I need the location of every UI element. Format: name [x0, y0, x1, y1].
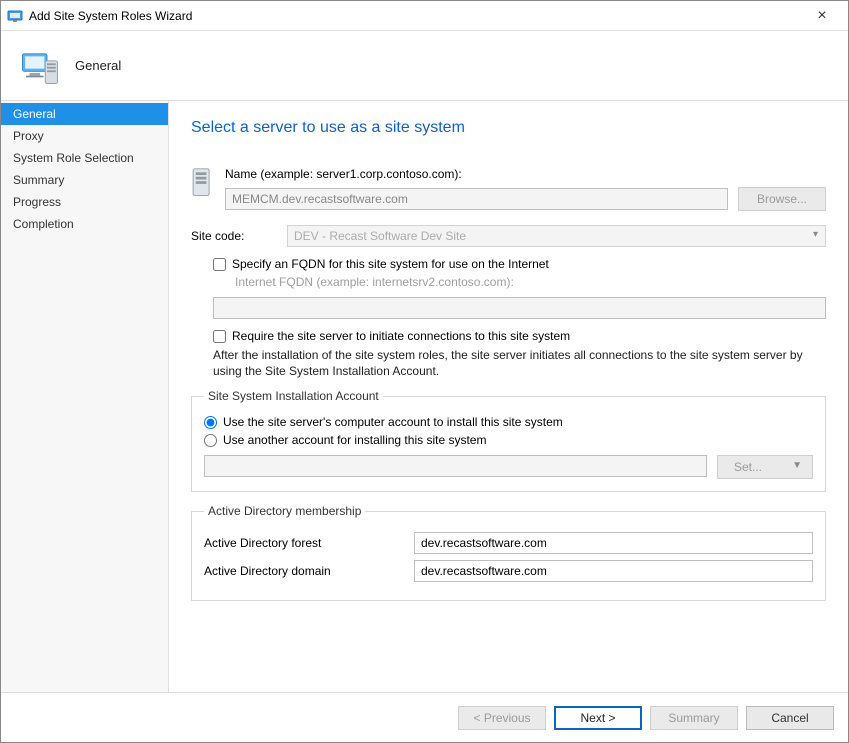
header-title: General: [75, 58, 121, 73]
sidebar-item-system-role-selection[interactable]: System Role Selection: [1, 147, 168, 169]
ad-forest-label: Active Directory forest: [204, 536, 414, 550]
wizard-body: General Proxy System Role Selection Summ…: [1, 101, 848, 692]
close-icon[interactable]: ×: [802, 7, 842, 25]
wizard-content: Select a server to use as a site system …: [169, 101, 848, 692]
name-label: Name (example: server1.corp.contoso.com)…: [225, 167, 826, 181]
wizard-footer: < Previous Next > Summary Cancel: [1, 692, 848, 742]
sitecode-label: Site code:: [191, 229, 287, 243]
fqdn-check-row: Specify an FQDN for this site system for…: [213, 257, 826, 271]
specify-fqdn-label: Specify an FQDN for this site system for…: [232, 257, 549, 271]
use-computer-account-label: Use the site server's computer account t…: [223, 415, 563, 429]
ad-domain-label: Active Directory domain: [204, 564, 414, 578]
require-description: After the installation of the site syste…: [213, 347, 826, 379]
require-initiate-label: Require the site server to initiate conn…: [232, 329, 570, 343]
server-name-input: [225, 188, 728, 210]
internet-fqdn-label: Internet FQDN (example: internetsrv2.con…: [235, 275, 826, 289]
require-initiate-checkbox[interactable]: [213, 330, 226, 343]
use-computer-account-radio[interactable]: [204, 416, 217, 429]
install-account-legend: Site System Installation Account: [204, 389, 383, 403]
use-other-account-label: Use another account for installing this …: [223, 433, 486, 447]
server-icon: [19, 45, 61, 87]
app-icon: [7, 8, 23, 24]
cancel-button[interactable]: Cancel: [746, 706, 834, 730]
sidebar-item-summary[interactable]: Summary: [1, 169, 168, 191]
set-account-label: Set...: [734, 460, 762, 474]
use-other-account-radio[interactable]: [204, 434, 217, 447]
specify-fqdn-checkbox[interactable]: [213, 258, 226, 271]
ad-domain-input[interactable]: [414, 560, 813, 582]
install-account-group: Site System Installation Account Use the…: [191, 389, 826, 492]
require-check-row: Require the site server to initiate conn…: [213, 329, 826, 343]
set-account-button: Set... ▼: [717, 455, 813, 479]
internet-fqdn-input: [213, 297, 826, 319]
window-title: Add Site System Roles Wizard: [29, 9, 802, 23]
browse-button: Browse...: [738, 187, 826, 211]
page-heading: Select a server to use as a site system: [191, 119, 826, 137]
wizard-header: General: [1, 31, 848, 101]
name-section: Name (example: server1.corp.contoso.com)…: [191, 167, 826, 211]
next-button[interactable]: Next >: [554, 706, 642, 730]
chevron-down-icon: ▼: [792, 460, 802, 471]
sidebar-item-proxy[interactable]: Proxy: [1, 125, 168, 147]
ad-membership-group: Active Directory membership Active Direc…: [191, 504, 826, 601]
sitecode-row: Site code: DEV - Recast Software Dev Sit…: [191, 225, 826, 247]
previous-button: < Previous: [458, 706, 546, 730]
titlebar: Add Site System Roles Wizard ×: [1, 1, 848, 31]
server-small-icon: [191, 167, 219, 202]
wizard-sidebar: General Proxy System Role Selection Summ…: [1, 101, 169, 692]
sidebar-item-progress[interactable]: Progress: [1, 191, 168, 213]
install-account-input: [204, 455, 707, 477]
ad-forest-input[interactable]: [414, 532, 813, 554]
sidebar-item-general[interactable]: General: [1, 103, 168, 125]
ad-membership-legend: Active Directory membership: [204, 504, 365, 518]
sidebar-item-completion[interactable]: Completion: [1, 213, 168, 235]
summary-button: Summary: [650, 706, 738, 730]
sitecode-select: DEV - Recast Software Dev Site: [287, 225, 826, 247]
